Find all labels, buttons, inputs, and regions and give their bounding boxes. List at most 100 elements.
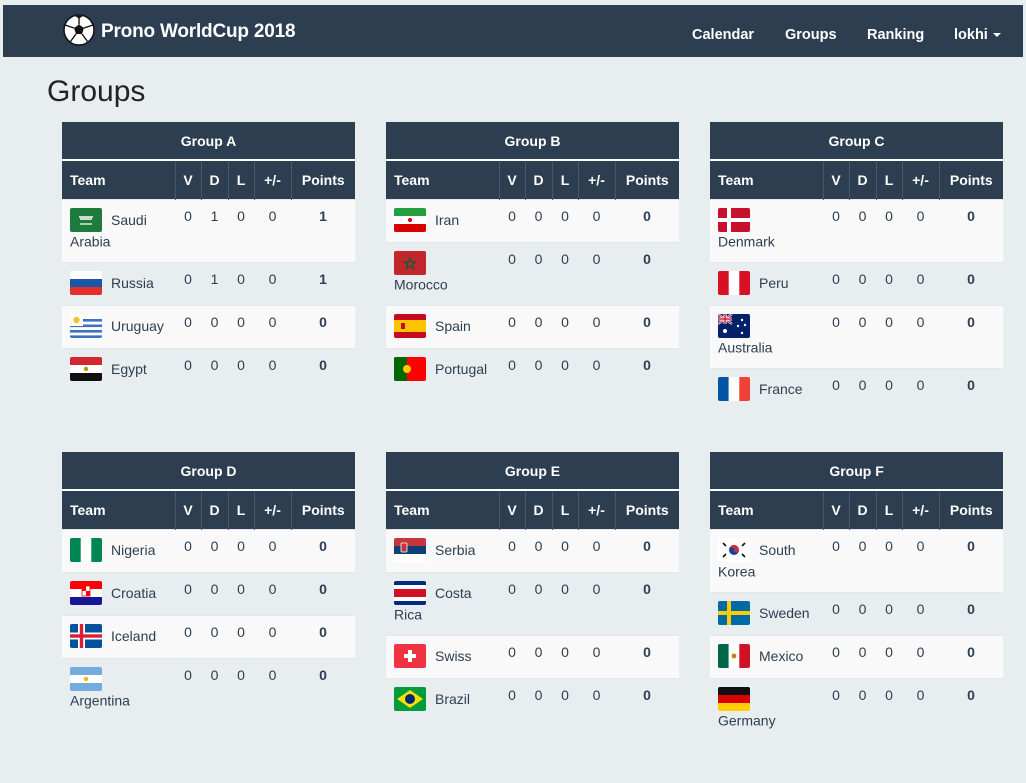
l-cell: 0: [876, 635, 902, 679]
user-menu[interactable]: lokhi: [954, 27, 1001, 43]
points-cell: 0: [939, 199, 1004, 263]
col-diff: +/-: [577, 161, 615, 200]
points-cell: 0: [291, 615, 356, 659]
l-cell: 0: [228, 572, 254, 616]
col-l: L: [551, 491, 578, 530]
team-name: Iran: [435, 212, 460, 228]
diff-cell: 0: [578, 348, 615, 391]
costa-rica-flag-icon: [394, 581, 426, 605]
l-cell: 0: [552, 348, 578, 391]
col-v: V: [498, 491, 525, 530]
l-cell: 0: [552, 242, 578, 306]
team-cell: Croatia: [62, 572, 175, 616]
user-name: lokhi: [954, 27, 988, 43]
uruguay-flag-icon: [70, 314, 102, 338]
col-diff: +/-: [901, 491, 939, 530]
table-row: Iran 0 0 0 0 0: [386, 199, 680, 243]
points-cell: 0: [291, 348, 356, 391]
col-team: Team: [62, 491, 175, 530]
d-cell: 0: [201, 529, 228, 573]
table-row: Sweden 0 0 0 0 0: [710, 592, 1004, 636]
diff-cell: 0: [902, 368, 939, 411]
team-cell: Australia: [710, 305, 823, 369]
points-cell: 0: [615, 348, 680, 391]
russia-flag-icon: [70, 271, 102, 295]
table-row: Russia 0 1 0 0 1: [62, 262, 356, 306]
v-cell: 0: [499, 572, 525, 636]
col-v: V: [174, 161, 201, 200]
nav-groups[interactable]: Groups: [785, 27, 837, 43]
group-table: Group A Team V D L +/- Points Saudi Arab…: [62, 122, 356, 391]
team-name: Nigeria: [111, 542, 156, 558]
v-cell: 0: [175, 305, 201, 349]
table-row: Croatia 0 0 0 0 0: [62, 572, 356, 616]
diff-cell: 0: [578, 242, 615, 306]
v-cell: 0: [175, 348, 201, 391]
col-v: V: [822, 161, 849, 200]
col-team: Team: [710, 161, 823, 200]
col-points: Points: [290, 491, 356, 530]
l-cell: 0: [876, 529, 902, 593]
l-cell: 0: [552, 572, 578, 636]
group-table: Group C Team V D L +/- Points Denmark 0 …: [710, 122, 1004, 411]
nav-ranking[interactable]: Ranking: [867, 27, 924, 43]
sweden-flag-icon: [718, 601, 750, 625]
denmark-flag-icon: [718, 208, 750, 232]
d-cell: 0: [525, 199, 552, 243]
points-cell: 0: [615, 529, 680, 573]
v-cell: 0: [823, 635, 849, 679]
v-cell: 0: [175, 262, 201, 306]
points-cell: 0: [939, 262, 1004, 306]
points-cell: 0: [939, 368, 1004, 411]
diff-cell: 0: [254, 262, 291, 306]
team-cell: Egypt: [62, 348, 175, 391]
team-cell: Sweden: [710, 592, 823, 636]
team-cell: Brazil: [386, 678, 499, 721]
table-row: Uruguay 0 0 0 0 0: [62, 305, 356, 349]
v-cell: 0: [175, 658, 201, 721]
group-d-card: Group D Team V D L +/- Points Nigeria 0 …: [62, 452, 356, 721]
argentina-flag-icon: [70, 667, 102, 691]
l-cell: 0: [228, 305, 254, 349]
d-cell: 0: [201, 658, 228, 721]
table-row: Nigeria 0 0 0 0 0: [62, 529, 356, 573]
diff-cell: 0: [254, 615, 291, 659]
d-cell: 0: [525, 242, 552, 306]
d-cell: 0: [525, 305, 552, 349]
team-cell: Saudi Arabia: [62, 199, 175, 263]
group-f-card: Group F Team V D L +/- Points South Kore…: [710, 452, 1004, 741]
diff-cell: 0: [578, 529, 615, 573]
team-cell: Serbia: [386, 529, 499, 573]
table-row: Iceland 0 0 0 0 0: [62, 615, 356, 659]
table-row: Denmark 0 0 0 0 0: [710, 199, 1004, 263]
team-cell: Spain: [386, 305, 499, 349]
group-e-card: Group E Team V D L +/- Points Serbia 0 0…: [386, 452, 680, 721]
d-cell: 0: [201, 305, 228, 349]
col-l: L: [875, 491, 902, 530]
col-points: Points: [614, 161, 680, 200]
team-cell: Iran: [386, 199, 499, 243]
v-cell: 0: [823, 592, 849, 636]
group-title: Group E: [386, 452, 680, 489]
col-d: D: [524, 491, 552, 530]
team-name: France: [759, 381, 803, 397]
diff-cell: 0: [902, 635, 939, 679]
team-name: Brazil: [435, 691, 471, 707]
v-cell: 0: [823, 678, 849, 741]
v-cell: 0: [823, 305, 849, 369]
brand-link[interactable]: Prono WorldCup 2018: [63, 13, 296, 48]
table-row: Argentina 0 0 0 0 0: [62, 658, 356, 721]
team-cell: Swiss: [386, 635, 499, 679]
group-table: Group E Team V D L +/- Points Serbia 0 0…: [386, 452, 680, 721]
team-cell: Germany: [710, 678, 823, 741]
group-table: Group D Team V D L +/- Points Nigeria 0 …: [62, 452, 356, 721]
south-korea-flag-icon: [718, 538, 750, 562]
col-points: Points: [938, 491, 1004, 530]
page-title: Groups: [47, 75, 146, 108]
team-name: Mexico: [759, 648, 804, 664]
nav-calendar[interactable]: Calendar: [692, 27, 754, 43]
v-cell: 0: [175, 615, 201, 659]
group-a-card: Group A Team V D L +/- Points Saudi Arab…: [62, 122, 356, 391]
diff-cell: 0: [254, 305, 291, 349]
iran-flag-icon: [394, 208, 426, 232]
